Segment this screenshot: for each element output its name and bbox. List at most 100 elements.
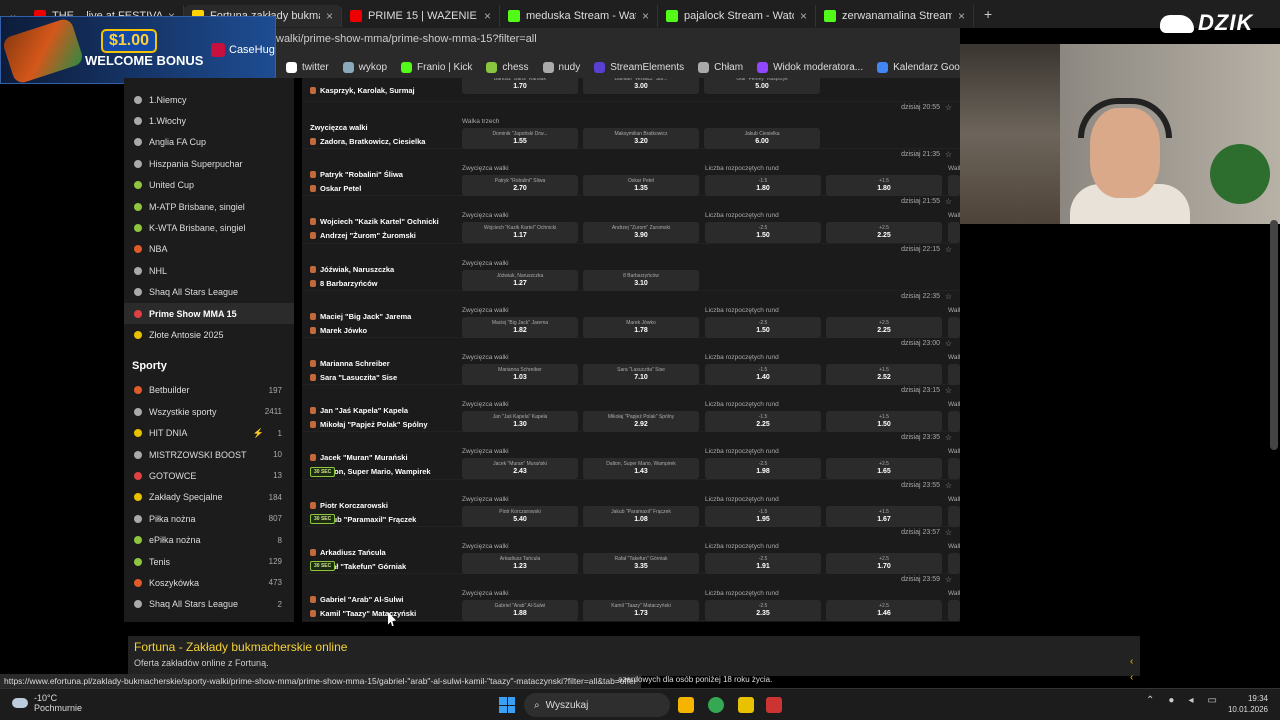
sidebar-sport-item[interactable]: MISTRZOWSKI BOOST 10 [124, 444, 294, 465]
team-name[interactable]: Kamil "Taazy" Mataczyński [310, 609, 416, 618]
wall-odds-button[interactable] [948, 316, 960, 338]
odds-button[interactable]: Jacek "Muran" Murański 2.43 [462, 458, 578, 480]
rounds-odds-button[interactable]: +1.5 2.52 [826, 364, 942, 385]
odds-button[interactable]: Gabriel "Arab" Al-Sulwi 1.88 [462, 600, 578, 621]
odds-button[interactable]: Sara "Lasuczita" Sise 7.10 [583, 364, 699, 385]
team-name[interactable]: Marianna Schreiber [310, 359, 390, 368]
wall-odds-button[interactable] [948, 600, 960, 621]
wall-odds-button[interactable] [948, 222, 960, 244]
app-icon[interactable] [766, 697, 782, 713]
sidebar-sport-item[interactable]: Piłka nożna 807 [124, 508, 294, 529]
odds-button[interactable]: Jakub Ciesielka 6.00 [704, 128, 820, 149]
team-name[interactable]: Wojciech "Kazik Kartel" Ochnicki [310, 217, 439, 226]
odds-button[interactable]: Bartosz "Bartś" Karolak 1.70 [462, 78, 578, 94]
sidebar-item[interactable]: United Cup [124, 175, 294, 196]
odds-button[interactable]: Mikołaj "Papjeż Polak" Spólny 2.92 [583, 411, 699, 433]
new-tab-icon[interactable]: + [984, 6, 992, 22]
sidebar-sport-item[interactable]: HIT DNIA ⚡ 1 [124, 422, 294, 443]
odds-button[interactable]: Jóźwiak, Naruszczka 1.27 [462, 269, 578, 291]
sidebar-item[interactable]: Hiszpania Superpuchar [124, 153, 294, 174]
rounds-odds-button[interactable]: -1.5 2.25 [705, 411, 821, 433]
team-name[interactable]: Sara "Lasuczita" Sise [310, 373, 397, 382]
favorite-star-icon[interactable]: ☆ [945, 103, 952, 112]
team-name[interactable]: Maciej "Big Jack" Jarema [310, 312, 411, 321]
odds-button[interactable]: Dalton, Super Mario, Wampirek 1.43 [583, 458, 699, 480]
sidebar-item[interactable]: NHL [124, 260, 294, 281]
sidebar-item[interactable]: M-ATP Brisbane, singiel [124, 196, 294, 217]
team-name[interactable]: Gabriel "Arab" Al-Sulwi [310, 595, 404, 604]
sidebar-item[interactable]: 1.Niemcy [124, 89, 294, 110]
team-name[interactable]: Kasprzyk, Karolak, Surmaj [310, 86, 415, 95]
page-scrollbar[interactable] [1270, 220, 1278, 450]
sidebar-item[interactable]: NBA [124, 239, 294, 260]
team-name[interactable]: 8 Barbarzyńców [310, 279, 378, 288]
favorite-star-icon[interactable]: ☆ [945, 481, 952, 490]
browser-tab[interactable]: PRIME 15 | WAŻENIE + ZADYM × [342, 5, 500, 27]
team-name[interactable]: Marek Jówko [310, 326, 367, 335]
close-icon[interactable]: × [800, 9, 807, 23]
rounds-odds-button[interactable]: -1.5 1.80 [705, 175, 821, 197]
team-name[interactable]: Patryk "Robalini" Śliwa [310, 170, 403, 179]
sidebar-sport-item[interactable]: Shaq All Stars League 2 [124, 594, 294, 615]
rounds-odds-button[interactable]: -2.5 1.98 [705, 458, 821, 480]
sidebar-sport-item[interactable]: Betbuilder 197 [124, 380, 294, 401]
rounds-odds-button[interactable]: +2.5 2.25 [826, 222, 942, 244]
close-icon[interactable]: × [958, 9, 965, 23]
bookmark-item[interactable]: StreamElements [594, 61, 684, 73]
rounds-odds-button[interactable]: +2.5 1.46 [826, 600, 942, 621]
bookmark-item[interactable]: Chłam [698, 61, 743, 73]
team-name[interactable]: Jan "Jaś Kapela" Kapela [310, 406, 408, 415]
bookmark-item[interactable]: Franio | Kick [401, 61, 472, 73]
odds-button[interactable]: Dominik "Japoński Drw... 1.55 [462, 128, 578, 149]
odds-button[interactable]: Marek Jówko 1.78 [583, 316, 699, 338]
sidebar-sport-item[interactable]: Zakłady Specjalne 184 [124, 487, 294, 508]
wall-odds-button[interactable] [948, 364, 960, 385]
team-name[interactable]: Andrzej "Żurom" Żuromski [310, 231, 416, 240]
close-icon[interactable]: × [326, 9, 333, 23]
sidebar-item[interactable]: Anglia FA Cup [124, 132, 294, 153]
wall-odds-button[interactable] [948, 411, 960, 433]
close-icon[interactable]: × [484, 9, 491, 23]
team-name[interactable]: Arkadiusz Tańcula [310, 548, 386, 557]
system-tray[interactable]: ⌃ ● ◂ ▭ [1146, 695, 1217, 706]
browser-tab[interactable]: pajalock Stream - Watch Live o × [658, 5, 816, 27]
favorite-star-icon[interactable]: ☆ [945, 433, 952, 442]
favorite-star-icon[interactable]: ☆ [945, 292, 952, 301]
app-icon[interactable] [738, 697, 754, 713]
rounds-odds-button[interactable]: +2.5 1.65 [826, 458, 942, 480]
clock[interactable]: 19:34 10.01.2026 [1226, 693, 1268, 715]
browser-tab[interactable]: meduska Stream - Watch Li × [500, 5, 658, 27]
odds-button[interactable]: Marianna Schreiber 1.03 [462, 364, 578, 385]
odds-button[interactable]: Rafał "Takefun" Górniak 3.35 [583, 552, 699, 574]
chevron-left-icon[interactable]: ‹ [1130, 672, 1133, 683]
sidebar-item[interactable]: Złote Antosie 2025 [124, 324, 294, 345]
rounds-odds-button[interactable]: -2.5 2.35 [705, 600, 821, 621]
favorite-star-icon[interactable]: ☆ [945, 197, 952, 206]
rounds-odds-button[interactable]: +1.5 1.80 [826, 175, 942, 197]
favorite-star-icon[interactable]: ☆ [945, 150, 952, 159]
page-info-title[interactable]: Fortuna - Zakłady bukmacherskie online [134, 640, 347, 654]
team-name[interactable]: Zwycięzca walki [310, 123, 368, 132]
team-name[interactable]: Oskar Petel [310, 184, 361, 193]
sidebar-sport-item[interactable]: Wszystkie sporty 2411 [124, 401, 294, 422]
rounds-odds-button[interactable]: -1.5 1.95 [705, 505, 821, 527]
odds-button[interactable]: Maksymilian Bratkowicz 3.20 [583, 128, 699, 149]
bookmark-item[interactable]: chess [486, 61, 529, 73]
chrome-icon[interactable] [708, 697, 724, 713]
odds-button[interactable]: Patryk "Robalini" Śliwa 2.70 [462, 175, 578, 197]
wall-odds-button[interactable] [948, 175, 960, 197]
odds-button[interactable]: Jan "Jaś Kapela" Kapela 1.30 [462, 411, 578, 433]
wall-odds-button[interactable] [948, 458, 960, 480]
odds-button[interactable]: Piotr Korczarowski 5.40 [462, 505, 578, 527]
close-icon[interactable]: × [642, 9, 649, 23]
wall-odds-button[interactable] [948, 505, 960, 527]
rounds-odds-button[interactable]: -2.5 1.91 [705, 552, 821, 574]
bookmark-item[interactable]: nudy [542, 61, 580, 73]
odds-button[interactable]: Arkadiusz Tańcula 1.23 [462, 552, 578, 574]
team-name[interactable]: Zadora, Bratkowicz, Ciesielka [310, 137, 425, 146]
sidebar-item[interactable]: K-WTA Brisbane, singiel [124, 217, 294, 238]
sidebar-sport-item[interactable]: GOTOWCE 13 [124, 465, 294, 486]
sidebar-item[interactable]: Prime Show MMA 15 [124, 302, 294, 325]
favorite-star-icon[interactable]: ☆ [945, 339, 952, 348]
rounds-odds-button[interactable]: +2.5 1.70 [826, 552, 942, 574]
